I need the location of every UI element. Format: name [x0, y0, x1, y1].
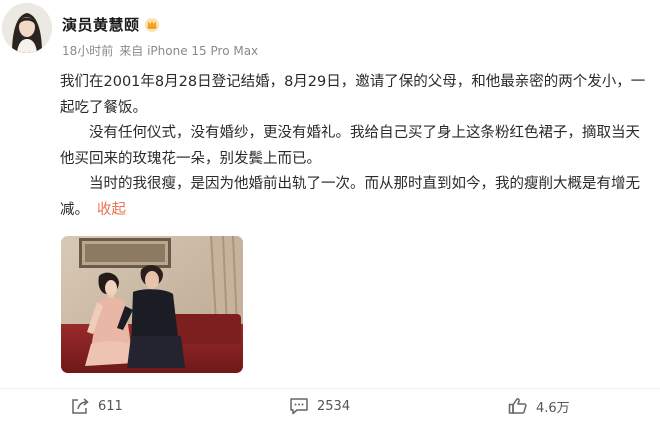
username[interactable]: 演员黄慧颐: [62, 14, 140, 35]
share-icon: [72, 398, 89, 414]
post-paragraph: 没有任何仪式，没有婚纱，更没有婚礼。我给自己买了身上这条粉红色裙子，摘取当天他买…: [60, 125, 640, 167]
post-photo[interactable]: [61, 236, 243, 373]
post-header: 演员黄慧颐 18小时前 来自 iPhone 15 Pro Max: [0, 0, 660, 66]
like-button[interactable]: 4.6万: [508, 395, 570, 417]
post-time[interactable]: 18小时前: [62, 42, 113, 59]
username-row: 演员黄慧颐: [62, 13, 160, 35]
avatar-photo: [2, 3, 52, 53]
post-content: 我们在2001年8月28日登记结婚，8月29日，邀请了保的父母，和他最亲密的两个…: [60, 70, 650, 223]
comment-icon: [290, 398, 308, 415]
avatar[interactable]: [2, 3, 52, 53]
share-count: 611: [98, 398, 123, 414]
share-button[interactable]: 611: [70, 395, 123, 417]
weibo-post: 演员黄慧颐 18小时前 来自 iPhone 15 Pro Max 我们在2001…: [0, 0, 660, 427]
collapse-link[interactable]: 收起: [97, 202, 126, 218]
post-source: 来自 iPhone 15 Pro Max: [119, 44, 259, 58]
couple-photo: [61, 236, 243, 373]
comment-button[interactable]: 2534: [289, 395, 350, 417]
post-paragraph: 当时的我很瘦，是因为他婚前出轨了一次。而从那时直到如今，我的瘦削大概是有增无减。: [60, 176, 640, 218]
crown-icon: [144, 18, 159, 32]
thumbs-up-icon: [508, 398, 527, 414]
post-actions: 611 2534 4.6万: [0, 388, 660, 425]
comment-count: 2534: [317, 398, 351, 414]
like-count: 4.6万: [536, 400, 570, 416]
post-meta: 18小时前 来自 iPhone 15 Pro Max: [62, 42, 258, 59]
post-paragraph: 我们在2001年8月28日登记结婚，8月29日，邀请了保的父母，和他最亲密的两个…: [60, 74, 646, 116]
post-paragraph-last: 当时的我很瘦，是因为他婚前出轨了一次。而从那时直到如今，我的瘦削大概是有增无减。…: [60, 172, 650, 223]
